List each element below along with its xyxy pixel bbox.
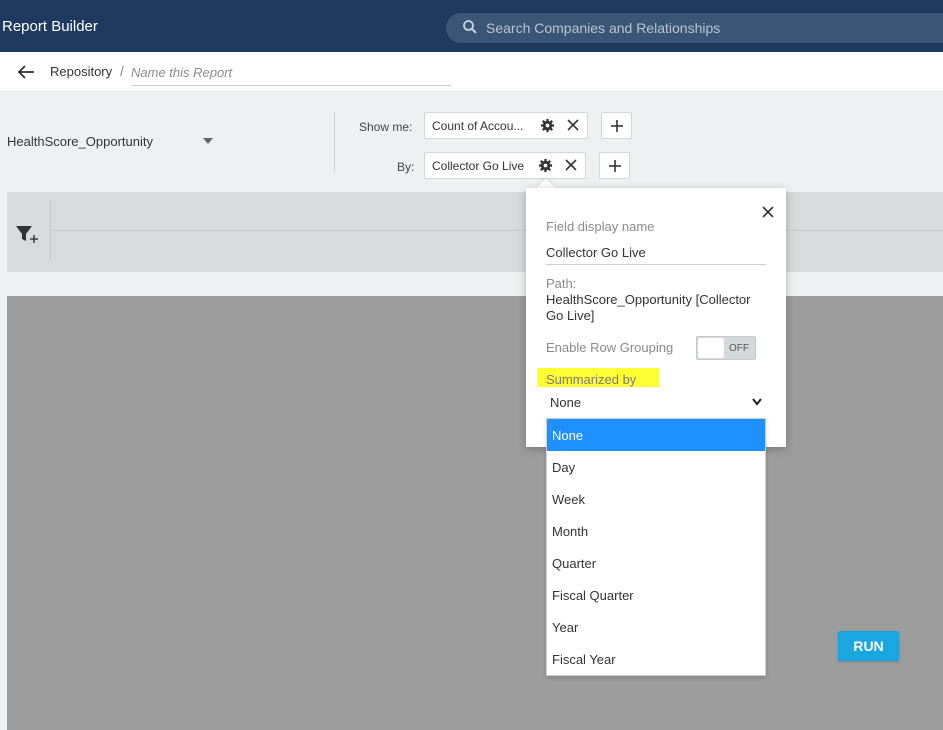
add-filter-icon[interactable]: [15, 224, 39, 244]
gear-icon[interactable]: [540, 118, 555, 133]
path-label: Path:: [546, 276, 577, 291]
option-month[interactable]: Month: [547, 515, 765, 547]
source-object-select[interactable]: HealthScore_Opportunity: [7, 134, 153, 149]
report-config-area: HealthScore_Opportunity Show me: Count o…: [0, 92, 943, 730]
filter-row-line: [50, 230, 943, 231]
show-me-field-chip[interactable]: Count of Accou...: [424, 112, 588, 139]
search-icon: [463, 20, 477, 34]
by-label: By:: [397, 160, 415, 174]
chevron-down-icon[interactable]: [751, 397, 763, 407]
breadcrumb-separator: /: [120, 63, 124, 79]
row-grouping-label: Enable Row Grouping: [546, 340, 674, 355]
run-button[interactable]: RUN: [838, 631, 899, 661]
toggle-knob: [698, 338, 724, 358]
display-name-input[interactable]: [546, 240, 766, 265]
report-name-input[interactable]: [131, 60, 451, 86]
global-search[interactable]: [446, 13, 943, 43]
back-arrow-icon[interactable]: [16, 63, 36, 81]
option-fiscal-year[interactable]: Fiscal Year: [547, 643, 765, 675]
by-field-chip[interactable]: Collector Go Live: [424, 152, 586, 179]
option-none[interactable]: None: [547, 419, 765, 451]
summarized-by-select[interactable]: None: [550, 395, 581, 410]
section-divider: [334, 112, 335, 172]
display-name-label: Field display name: [546, 219, 655, 234]
option-week[interactable]: Week: [547, 483, 765, 515]
plus-icon: [611, 120, 623, 132]
field-settings-popover: Field display name Path: HealthScore_Opp…: [526, 188, 786, 447]
breadcrumb: Repository /: [0, 52, 943, 92]
toggle-state: OFF: [729, 343, 749, 354]
summarized-by-options: None Day Week Month Quarter Fiscal Quart…: [546, 418, 766, 676]
by-field-label: Collector Go Live: [432, 159, 525, 173]
remove-icon[interactable]: [566, 118, 580, 132]
breadcrumb-repository-link[interactable]: Repository: [50, 64, 112, 79]
path-value: HealthScore_Opportunity [Collector Go Li…: [546, 292, 751, 323]
row-grouping-toggle[interactable]: OFF: [696, 336, 756, 360]
summarized-by-label: Summarized by: [546, 372, 637, 387]
caret-down-icon[interactable]: [203, 138, 213, 144]
filter-bar: [7, 192, 943, 272]
option-year[interactable]: Year: [547, 611, 765, 643]
report-preview-canvas: [7, 296, 943, 730]
search-input[interactable]: [486, 13, 926, 43]
show-me-label: Show me:: [359, 120, 413, 134]
app-title: Report Builder: [2, 18, 98, 35]
remove-icon[interactable]: [564, 158, 578, 172]
add-measure-button[interactable]: [601, 112, 632, 139]
option-day[interactable]: Day: [547, 451, 765, 483]
show-me-field-label: Count of Accou...: [432, 119, 524, 133]
option-fiscal-quarter[interactable]: Fiscal Quarter: [547, 579, 765, 611]
plus-icon: [609, 160, 621, 172]
gear-icon[interactable]: [538, 158, 553, 173]
add-grouping-button[interactable]: [599, 152, 630, 179]
option-quarter[interactable]: Quarter: [547, 547, 765, 579]
close-icon[interactable]: [762, 206, 774, 218]
top-header: Report Builder: [0, 0, 943, 52]
